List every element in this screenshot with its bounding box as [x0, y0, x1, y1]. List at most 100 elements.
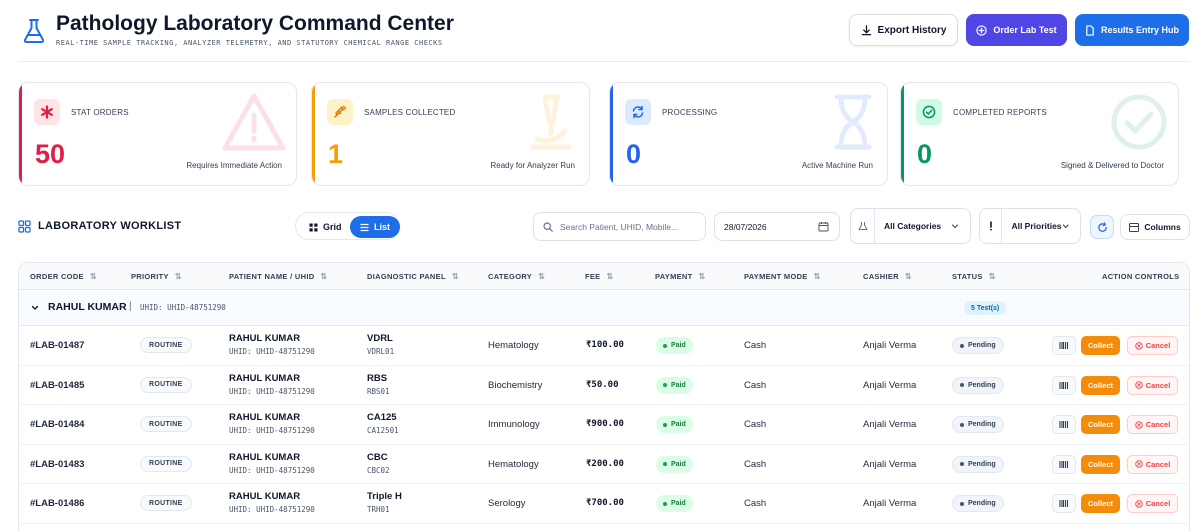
paid-dot-icon: [663, 383, 667, 387]
list-view-button[interactable]: List: [350, 216, 401, 238]
collect-button[interactable]: Collect: [1081, 454, 1120, 474]
group-separator: |: [129, 301, 132, 312]
status-badge: Pending: [952, 416, 1004, 433]
priority-select[interactable]: All Priorities: [979, 208, 1081, 244]
results-entry-hub-button[interactable]: Results Entry Hub: [1075, 14, 1189, 46]
sort-icon: ⇅: [89, 272, 97, 281]
stat-card-samples-collected[interactable]: SAMPLES COLLECTED 1 Ready for Analyzer R…: [311, 82, 590, 186]
collect-button[interactable]: Collect: [1081, 375, 1120, 395]
column-header-category[interactable]: CATEGORY ⇅: [488, 272, 545, 281]
export-history-button[interactable]: Export History: [849, 14, 958, 46]
list-view-label: List: [374, 222, 391, 232]
category-select[interactable]: All Categories: [850, 208, 971, 244]
cancel-button[interactable]: Cancel: [1127, 494, 1178, 513]
column-header-payment[interactable]: PAYMENT ⇅: [655, 272, 706, 281]
asterisk-icon: [34, 99, 60, 125]
order-code[interactable]: #LAB-01486: [30, 498, 84, 509]
sort-icon: ⇅: [904, 272, 912, 281]
cancel-button[interactable]: Cancel: [1127, 415, 1178, 434]
barcode-button[interactable]: [1052, 375, 1076, 395]
test-code: RBS01: [367, 386, 390, 396]
microscope-icon: [530, 94, 572, 150]
table-row[interactable]: #LAB-01486 ROUTINE RAHUL KUMAR UHID: UHI…: [19, 484, 1189, 524]
cancel-label: Cancel: [1145, 341, 1171, 350]
stat-card-completed-reports[interactable]: COMPLETED REPORTS 0 Signed & Delivered t…: [900, 82, 1179, 186]
plus-circle-icon: [976, 24, 987, 36]
chevron-down-icon[interactable]: [31, 304, 39, 312]
barcode-button[interactable]: [1052, 415, 1076, 434]
table-row[interactable]: #LAB-01487 ROUTINE RAHUL KUMAR UHID: UHI…: [19, 326, 1189, 366]
status-badge: Pending: [952, 337, 1004, 354]
barcode-button[interactable]: [1052, 454, 1076, 474]
refresh-button[interactable]: [1090, 215, 1114, 239]
payment-badge: Paid: [656, 376, 693, 394]
stat-card-processing[interactable]: PROCESSING 0 Active Machine Run: [609, 82, 888, 186]
cashier: Anjali Verma: [863, 419, 917, 430]
grid-icon: [18, 220, 31, 233]
sort-icon: ⇅: [988, 272, 996, 281]
stat-note: Signed & Delivered to Doctor: [1060, 161, 1164, 170]
status-dot-icon: [960, 462, 964, 466]
date-picker[interactable]: 28/07/2026: [714, 212, 840, 241]
order-code[interactable]: #LAB-01485: [30, 380, 84, 391]
refresh-icon: [1097, 221, 1107, 232]
order-lab-test-button[interactable]: Order Lab Test: [966, 14, 1067, 46]
group-patient-name: RAHUL KUMAR: [48, 301, 127, 313]
column-header-payment-mode[interactable]: PAYMENT MODE ⇅: [744, 272, 821, 281]
payment-status: Paid: [671, 381, 686, 389]
barcode-button[interactable]: [1052, 494, 1076, 513]
collect-button[interactable]: Collect: [1081, 336, 1120, 355]
stat-label: COMPLETED REPORTS: [953, 108, 1047, 117]
stat-note: Requires Immediate Action: [186, 161, 282, 170]
stat-card-stat-orders[interactable]: STAT ORDERS 50 Requires Immediate Action: [18, 82, 297, 186]
fee: ₹100.00: [586, 340, 624, 350]
calendar-icon: [818, 222, 829, 232]
column-header-priority[interactable]: PRIORITY ⇅: [131, 272, 182, 281]
cancel-button[interactable]: Cancel: [1127, 454, 1178, 474]
category-value: All Categories: [884, 221, 942, 231]
cancel-button[interactable]: Cancel: [1127, 336, 1178, 355]
order-code[interactable]: #LAB-01483: [30, 459, 84, 470]
flask-filter-icon: [858, 222, 867, 230]
category: Serology: [488, 498, 526, 509]
priority-value: All Priorities: [1011, 221, 1062, 231]
barcode-button[interactable]: [1052, 336, 1076, 355]
warning-icon: [222, 93, 286, 151]
column-header-patient[interactable]: PATIENT NAME / UHID ⇅: [229, 272, 327, 281]
priority-badge: ROUTINE: [140, 455, 192, 472]
barcode-icon: [1059, 421, 1069, 428]
cashier: Anjali Verma: [863, 340, 917, 351]
fee: ₹200.00: [586, 458, 624, 469]
download-icon: [861, 24, 871, 35]
cancel-label: Cancel: [1145, 420, 1171, 429]
collect-button[interactable]: Collect: [1081, 415, 1120, 434]
grid-view-button[interactable]: Grid: [299, 216, 352, 238]
payment-status: Paid: [671, 421, 686, 428]
order-code[interactable]: #LAB-01484: [30, 419, 84, 430]
collect-button[interactable]: Collect: [1081, 494, 1120, 513]
payment-badge: Paid: [656, 495, 693, 512]
table-row[interactable]: #LAB-01484 ROUTINE RAHUL KUMAR UHID: UHI…: [19, 405, 1189, 445]
column-header-cashier[interactable]: CASHIER ⇅: [863, 272, 912, 281]
priority-badge: ROUTINE: [140, 376, 192, 393]
column-header-status[interactable]: STATUS ⇅: [952, 272, 996, 281]
search-input[interactable]: [560, 221, 700, 232]
cancel-icon: [1134, 420, 1143, 429]
column-header-fee[interactable]: FEE ⇅: [585, 272, 614, 281]
payment-badge: Paid: [656, 455, 693, 473]
table-row[interactable]: #LAB-01485 ROUTINE RAHUL KUMAR UHID: UHI…: [19, 366, 1189, 405]
table-row[interactable]: #LAB-01483 ROUTINE RAHUL KUMAR UHID: UHI…: [19, 445, 1189, 484]
fee: ₹50.00: [586, 379, 619, 390]
test-name: CBC: [367, 451, 388, 463]
collect-label: Collect: [1087, 380, 1113, 390]
status-text: Pending: [968, 421, 996, 428]
document-icon: [1086, 24, 1094, 36]
column-header-panel[interactable]: DIAGNOSTIC PANEL ⇅: [367, 272, 459, 281]
cancel-button[interactable]: Cancel: [1127, 375, 1178, 395]
column-header-order-code[interactable]: ORDER CODE ⇅: [30, 272, 97, 281]
columns-button[interactable]: Columns: [1120, 214, 1190, 240]
barcode-icon: [1059, 500, 1069, 507]
patient-name: RAHUL KUMAR: [229, 491, 301, 502]
order-code[interactable]: #LAB-01487: [30, 340, 84, 351]
patient-group-row[interactable]: RAHUL KUMAR | UHID: UHID-48751290 5 Test…: [19, 290, 1189, 326]
